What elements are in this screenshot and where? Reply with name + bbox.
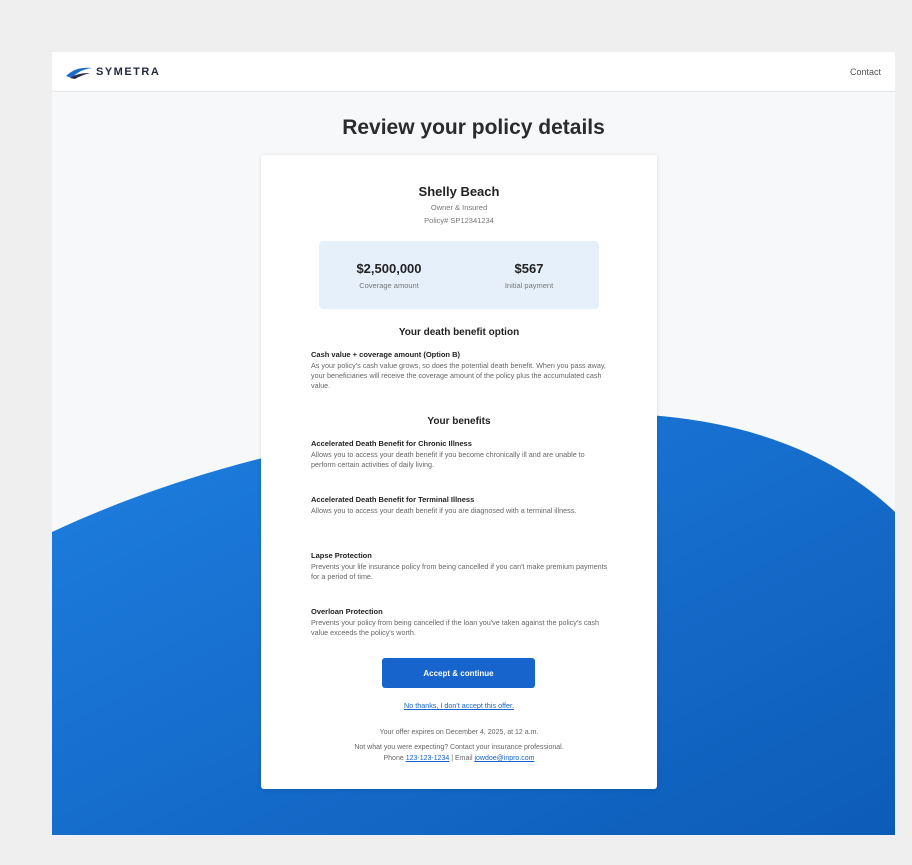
benefit-item: Overloan Protection Prevents your policy… xyxy=(311,607,611,638)
coverage-value: $2,500,000 xyxy=(356,261,422,276)
contact-details: Phone 123-123-1234 | Email jowdoe@inpro.… xyxy=(261,755,657,762)
death-benefit-heading: Your death benefit option xyxy=(398,327,520,338)
benefit-item: Lapse Protection Prevents your life insu… xyxy=(311,551,611,582)
brand-logo[interactable]: SYMETRA xyxy=(66,65,160,79)
email-separator: | Email xyxy=(451,755,473,762)
payment-value: $567 xyxy=(514,261,544,276)
phone-label: Phone xyxy=(383,755,404,762)
offer-expiry: Your offer expires on December 4, 2025, … xyxy=(379,729,539,736)
accept-continue-button[interactable]: Accept & continue xyxy=(382,658,535,688)
benefit-description: Prevents your policy from being cancelle… xyxy=(311,618,600,637)
decline-offer-link[interactable]: No thanks, I don't accept this offer. xyxy=(261,701,657,710)
option-title: Cash value + coverage amount (Option B) xyxy=(311,350,460,359)
benefit-title: Accelerated Death Benefit for Terminal I… xyxy=(311,495,475,504)
benefit-description: Allows you to access your death benefit … xyxy=(311,506,577,515)
benefit-item: Accelerated Death Benefit for Chronic Il… xyxy=(311,439,611,470)
initial-payment: $567 Initial payment xyxy=(459,241,599,309)
payment-label: Initial payment xyxy=(504,281,554,290)
benefit-title: Accelerated Death Benefit for Chronic Il… xyxy=(311,439,472,448)
option-description: As your policy's cash value grows, so do… xyxy=(311,361,606,390)
top-header: SYMETRA Contact xyxy=(52,52,895,92)
email-link[interactable]: jowdoe@inpro.com xyxy=(474,755,534,762)
symetra-logo-icon xyxy=(66,67,92,79)
contact-link[interactable]: Contact xyxy=(850,67,881,77)
benefit-description: Allows you to access your death benefit … xyxy=(311,450,585,469)
benefit-description: Prevents your life insurance policy from… xyxy=(311,562,608,581)
page-title: Review your policy details xyxy=(342,116,605,139)
benefits-heading: Your benefits xyxy=(427,416,491,427)
coverage-amount: $2,500,000 Coverage amount xyxy=(319,241,459,309)
contact-prompt: Not what you were expecting? Contact you… xyxy=(354,744,564,751)
amounts-panel: $2,500,000 Coverage amount $567 Initial … xyxy=(319,241,599,309)
policy-number: Policy# SP12341234 xyxy=(424,216,494,225)
app-frame: SYMETRA Contact Review your policy detai… xyxy=(52,52,895,835)
benefit-title: Overloan Protection xyxy=(311,607,383,616)
insured-role: Owner & Insured xyxy=(430,203,488,212)
benefit-item: Accelerated Death Benefit for Terminal I… xyxy=(311,495,611,516)
brand-name: SYMETRA xyxy=(96,65,161,78)
coverage-label: Coverage amount xyxy=(359,281,419,290)
phone-link[interactable]: 123-123-1234 xyxy=(406,755,450,762)
insured-name: Shelly Beach xyxy=(418,184,500,199)
policy-card: Shelly Beach Owner & Insured Policy# SP1… xyxy=(261,155,657,789)
death-benefit-option: Cash value + coverage amount (Option B) … xyxy=(311,350,611,391)
benefit-title: Lapse Protection xyxy=(311,551,372,560)
